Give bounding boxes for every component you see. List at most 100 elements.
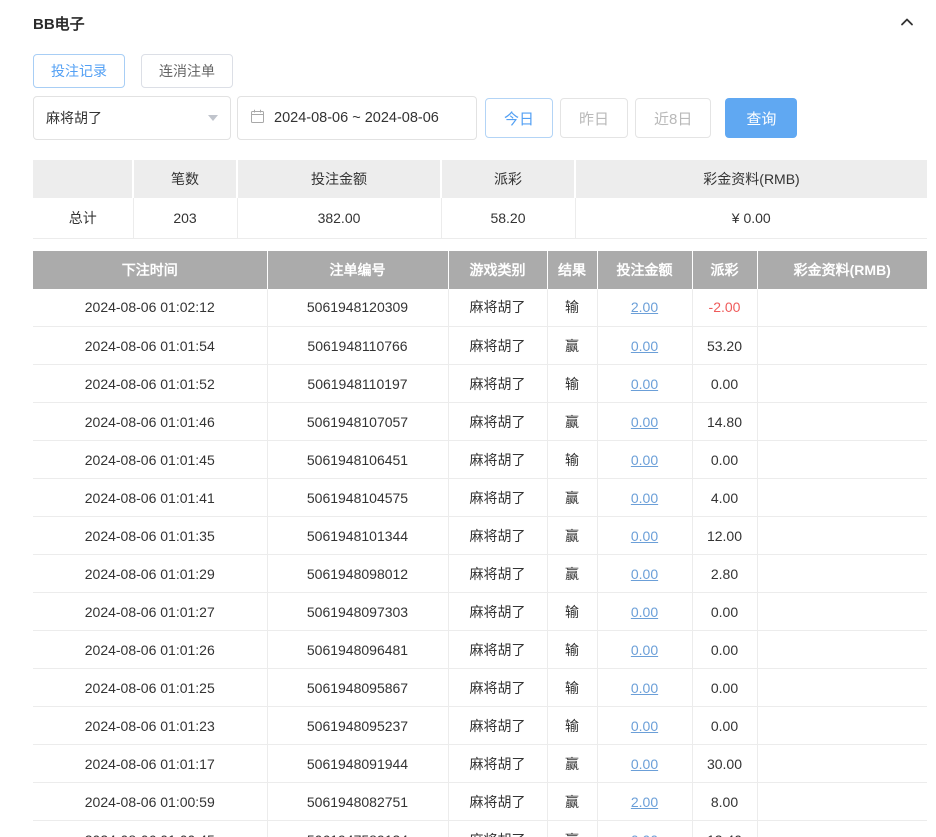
table-row: 2024-08-06 01:01:54 5061948110766 麻将胡了 赢… xyxy=(33,326,927,365)
summary-table: 笔数 投注金额 派彩 彩金资料(RMB) 总计 203 382.00 58.20 ¥ … xyxy=(33,160,927,239)
bet-table-header-row: 下注时间 注单编号 游戏类别 结果 投注金额 派彩 彩金资料(RMB) xyxy=(33,250,927,289)
cell-bet-amount: 0.00 xyxy=(597,364,693,403)
cell-bet-amount: 0.00 xyxy=(597,478,693,517)
cell-bonus xyxy=(757,364,927,403)
table-row: 2024-08-06 01:01:26 5061948096481 麻将胡了 输… xyxy=(33,630,927,669)
bet-table-header-cell: 注单编号 xyxy=(267,250,449,289)
bet-amount-link[interactable]: 0.00 xyxy=(631,756,658,772)
cell-bet-time: 2024-08-06 01:01:45 xyxy=(33,440,268,479)
bet-amount-link[interactable]: 0.00 xyxy=(631,832,658,837)
filter-bar: 麻将胡了 2024-08-06 ~ 2024-08-06 今日 昨日 近8日 查… xyxy=(33,96,927,140)
table-row: 2024-08-06 01:01:23 5061948095237 麻将胡了 输… xyxy=(33,706,927,745)
tab-cancel-orders[interactable]: 连消注单 xyxy=(141,54,233,88)
summary-total-row: 总计 203 382.00 58.20 ¥ 0.00 xyxy=(33,198,927,239)
bet-table-header-cell: 游戏类别 xyxy=(448,250,548,289)
bet-amount-link[interactable]: 0.00 xyxy=(631,414,658,430)
table-row: 2024-08-06 01:01:25 5061948095867 麻将胡了 输… xyxy=(33,668,927,707)
cell-payout: 0.00 xyxy=(692,364,758,403)
cell-game-type: 麻将胡了 xyxy=(448,326,548,365)
cell-result: 赢 xyxy=(547,554,598,593)
bet-amount-link[interactable]: 2.00 xyxy=(631,794,658,810)
table-row: 2024-08-06 01:01:46 5061948107057 麻将胡了 赢… xyxy=(33,402,927,441)
today-button[interactable]: 今日 xyxy=(485,98,554,138)
cell-bonus xyxy=(757,782,927,821)
bet-amount-link[interactable]: 0.00 xyxy=(631,566,658,582)
bet-amount-link[interactable]: 2.00 xyxy=(631,299,658,315)
cell-bet-time: 2024-08-06 01:00:45 xyxy=(33,820,268,837)
bet-amount-link[interactable]: 0.00 xyxy=(631,490,658,506)
cell-order-number: 5061947589134 xyxy=(267,820,449,837)
summary-header-cell: 投注金额 xyxy=(237,160,442,198)
cell-payout: 0.00 xyxy=(692,592,758,631)
tab-bet-records[interactable]: 投注记录 xyxy=(33,54,125,88)
cell-result: 输 xyxy=(547,440,598,479)
game-type-select[interactable]: 麻将胡了 xyxy=(33,96,231,140)
cell-result: 输 xyxy=(547,630,598,669)
date-range-picker[interactable]: 2024-08-06 ~ 2024-08-06 xyxy=(237,96,477,140)
quick-date-buttons: 今日 昨日 近8日 xyxy=(485,98,712,138)
bet-table-header-cell: 结果 xyxy=(547,250,598,289)
bet-amount-link[interactable]: 0.00 xyxy=(631,528,658,544)
cell-bet-amount: 0.00 xyxy=(597,820,693,837)
cell-bet-amount: 0.00 xyxy=(597,592,693,631)
cell-order-number: 5061948095237 xyxy=(267,706,449,745)
bet-table-header-cell: 投注金额 xyxy=(597,250,693,289)
payout-value: 2.80 xyxy=(710,565,739,582)
cell-order-number: 5061948098012 xyxy=(267,554,449,593)
bet-amount-link[interactable]: 0.00 xyxy=(631,718,658,734)
cell-payout: 12.00 xyxy=(692,516,758,555)
cell-bonus xyxy=(757,554,927,593)
payout-value: 4.00 xyxy=(710,489,739,506)
cell-bonus xyxy=(757,402,927,441)
cell-bet-time: 2024-08-06 01:01:26 xyxy=(33,630,268,669)
cell-game-type: 麻将胡了 xyxy=(448,364,548,403)
cell-bet-amount: 0.00 xyxy=(597,668,693,707)
cell-payout: 53.20 xyxy=(692,326,758,365)
summary-header-row: 笔数 投注金额 派彩 彩金资料(RMB) xyxy=(33,160,927,198)
last-8-days-button[interactable]: 近8日 xyxy=(635,98,712,138)
summary-payout: 58.20 xyxy=(441,198,576,239)
cell-result: 输 xyxy=(547,706,598,745)
bet-amount-link[interactable]: 0.00 xyxy=(631,604,658,620)
yesterday-button[interactable]: 昨日 xyxy=(560,98,629,138)
cell-result: 赢 xyxy=(547,478,598,517)
cell-order-number: 5061948082751 xyxy=(267,782,449,821)
cell-payout: 4.00 xyxy=(692,478,758,517)
bet-amount-link[interactable]: 0.00 xyxy=(631,642,658,658)
cell-bet-amount: 0.00 xyxy=(597,706,693,745)
panel-title: BB电子 xyxy=(33,15,85,33)
cell-order-number: 5061948095867 xyxy=(267,668,449,707)
cell-order-number: 5061948106451 xyxy=(267,440,449,479)
payout-value: 8.00 xyxy=(710,793,739,810)
payout-value: 0.00 xyxy=(710,603,739,620)
cell-game-type: 麻将胡了 xyxy=(448,668,548,707)
bet-amount-link[interactable]: 0.00 xyxy=(631,338,658,354)
cell-payout: 0.00 xyxy=(692,706,758,745)
bet-amount-link[interactable]: 0.00 xyxy=(631,452,658,468)
cell-bet-amount: 0.00 xyxy=(597,630,693,669)
payout-value: 13.40 xyxy=(707,832,742,837)
summary-count: 203 xyxy=(133,198,238,239)
bet-amount-link[interactable]: 0.00 xyxy=(631,376,658,392)
cell-result: 赢 xyxy=(547,782,598,821)
cell-bet-time: 2024-08-06 01:01:52 xyxy=(33,364,268,403)
cell-bet-amount: 2.00 xyxy=(597,782,693,821)
collapse-panel-button[interactable] xyxy=(895,13,919,33)
cell-result: 赢 xyxy=(547,820,598,837)
search-button[interactable]: 查询 xyxy=(725,98,798,138)
cell-bonus xyxy=(757,630,927,669)
cell-payout: 8.00 xyxy=(692,782,758,821)
date-range-value: 2024-08-06 ~ 2024-08-06 xyxy=(274,110,439,126)
cell-result: 赢 xyxy=(547,326,598,365)
cell-game-type: 麻将胡了 xyxy=(448,554,548,593)
bet-amount-link[interactable]: 0.00 xyxy=(631,680,658,696)
cell-bet-time: 2024-08-06 01:01:25 xyxy=(33,668,268,707)
cell-payout: -2.00 xyxy=(692,288,758,327)
cell-bet-time: 2024-08-06 01:02:12 xyxy=(33,288,268,327)
cell-bonus xyxy=(757,478,927,517)
cell-bonus xyxy=(757,440,927,479)
cell-result: 输 xyxy=(547,364,598,403)
summary-bonus: ¥ 0.00 xyxy=(575,198,927,239)
cell-bet-time: 2024-08-06 01:01:54 xyxy=(33,326,268,365)
cell-bonus xyxy=(757,706,927,745)
